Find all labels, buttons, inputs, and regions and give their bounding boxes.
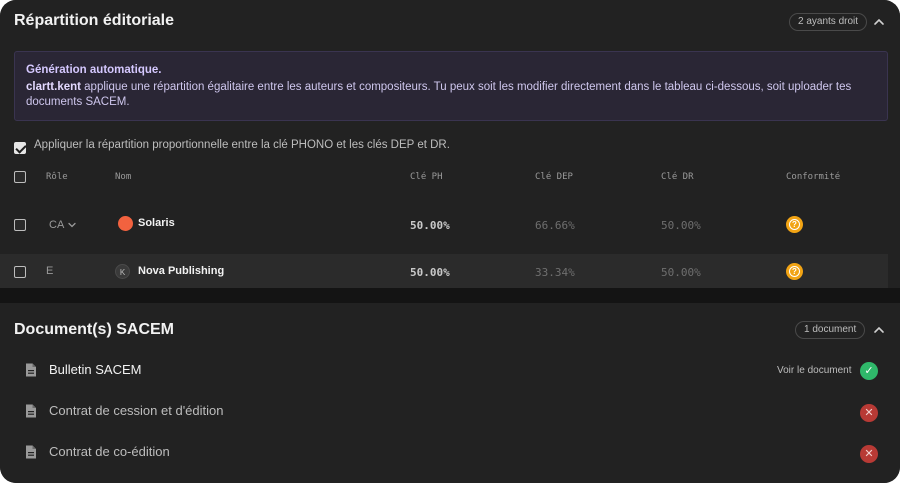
- row-checkbox[interactable]: [14, 219, 26, 231]
- ph-value[interactable]: 50.00%: [410, 266, 450, 279]
- documents-title: Document(s) SACEM: [14, 321, 175, 338]
- table-row: CA Solaris 50.00% 66.66% 50.00% ?: [0, 207, 888, 241]
- column-conformity[interactable]: Conformité: [786, 172, 840, 182]
- document-icon: [26, 445, 36, 459]
- dep-value[interactable]: 66.66%: [535, 219, 575, 232]
- app-window: Répartition éditoriale 2 ayants droit Gé…: [0, 0, 900, 483]
- chevron-up-icon[interactable]: [872, 323, 886, 337]
- proportional-checkbox[interactable]: [14, 142, 26, 154]
- close-icon: ✕: [860, 445, 878, 463]
- proportional-label: Appliquer la répartition proportionnelle…: [34, 139, 450, 151]
- documents-panel: Document(s) SACEM 1 document Bulletin SA…: [0, 303, 900, 483]
- dr-value[interactable]: 50.00%: [661, 266, 701, 279]
- row-checkbox[interactable]: [14, 266, 26, 278]
- documents-count-badge: 1 document: [795, 321, 866, 339]
- chevron-down-icon: [68, 222, 76, 228]
- document-icon: [26, 404, 36, 418]
- ph-value[interactable]: 50.00%: [410, 219, 450, 232]
- column-name[interactable]: Nom: [115, 172, 131, 182]
- rightsholder-name: Solaris: [138, 217, 175, 229]
- role-select[interactable]: CA: [49, 219, 76, 231]
- column-dr[interactable]: Clé DR: [661, 172, 694, 182]
- document-item[interactable]: Bulletin SACEM Voir le document ✓: [0, 355, 900, 385]
- column-ph[interactable]: Clé PH: [410, 172, 443, 182]
- dep-value[interactable]: 33.34%: [535, 266, 575, 279]
- role-value: CA: [49, 219, 65, 231]
- notice-message: applique une répartition égalitaire entr…: [26, 81, 852, 108]
- column-dep[interactable]: Clé DEP: [535, 172, 573, 182]
- section-divider: [0, 288, 900, 303]
- auto-generation-notice: Génération automatique. clartt.kent appl…: [14, 51, 888, 121]
- notice-body: clartt.kent applique une répartition éga…: [26, 80, 876, 110]
- rights-holders-badge: 2 ayants droit: [789, 13, 868, 31]
- select-all-checkbox[interactable]: [14, 171, 26, 183]
- document-name: Contrat de co-édition: [49, 444, 170, 459]
- dr-value[interactable]: 50.00%: [661, 219, 701, 232]
- avatar: [118, 216, 133, 231]
- role-value: E: [46, 265, 54, 277]
- column-role[interactable]: Rôle: [46, 172, 68, 182]
- chevron-up-icon[interactable]: [872, 15, 886, 29]
- view-document-link[interactable]: Voir le document: [777, 365, 852, 376]
- conformity-warning-icon[interactable]: ?: [786, 216, 803, 233]
- notice-username: clartt.kent: [26, 81, 81, 93]
- avatar: K: [115, 264, 130, 279]
- document-item[interactable]: Contrat de cession et d'édition ✕: [0, 396, 900, 426]
- document-name: Bulletin SACEM: [49, 362, 142, 377]
- document-item[interactable]: Contrat de co-édition ✕: [0, 437, 900, 467]
- repartition-panel: Répartition éditoriale 2 ayants droit Gé…: [0, 0, 900, 288]
- table-row: E K Nova Publishing 50.00% 33.34% 50.00%…: [0, 254, 888, 288]
- close-icon: ✕: [860, 404, 878, 422]
- repartition-title: Répartition éditoriale: [14, 12, 175, 29]
- check-icon: ✓: [860, 362, 878, 380]
- document-icon: [26, 363, 36, 377]
- notice-heading: Génération automatique.: [26, 64, 162, 76]
- conformity-warning-icon[interactable]: ?: [786, 263, 803, 280]
- rightsholder-name: Nova Publishing: [138, 265, 225, 277]
- document-name: Contrat de cession et d'édition: [49, 403, 224, 418]
